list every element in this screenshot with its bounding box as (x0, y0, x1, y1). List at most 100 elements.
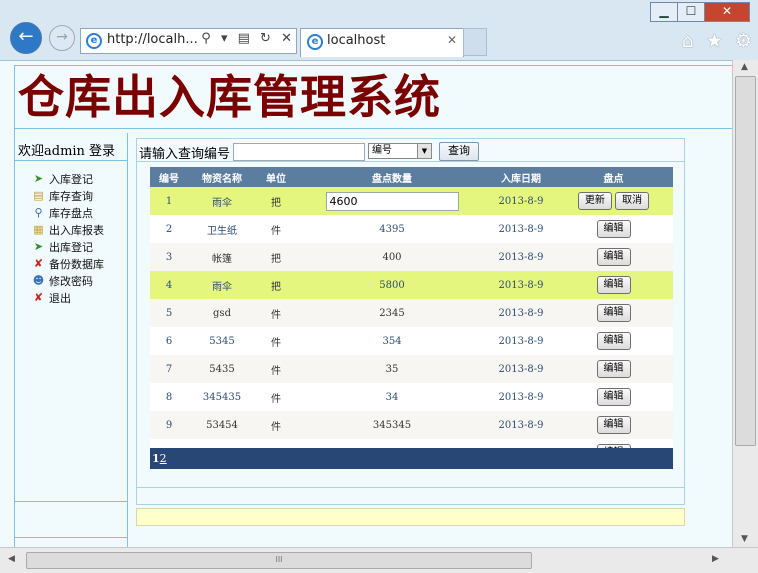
cell-date: 2013-8-9 (488, 355, 554, 383)
cell-actions: 编辑 (554, 355, 673, 383)
table-row[interactable]: 7 5435 件 35 2013-8-9 编辑 (150, 355, 673, 383)
sidebar-item-import[interactable]: ➤ 入库登记 (32, 170, 104, 187)
header-qty: 盘点数量 (296, 167, 488, 187)
export-icon: ➤ (33, 240, 44, 253)
edit-button[interactable]: 编辑 (596, 416, 631, 434)
sidebar-item-magnifier[interactable]: ⚲ 库存盘点 (32, 204, 104, 221)
scroll-right-icon[interactable]: ▶ (712, 554, 719, 564)
cell-unit: 件 (256, 299, 296, 327)
cell-date: 2013-8-9 (488, 187, 554, 215)
header-date: 入库日期 (488, 167, 554, 187)
favorites-star-icon[interactable]: ★ (706, 30, 723, 52)
cell-date: 2013-8-9 (488, 243, 554, 271)
search-field-select[interactable]: 编号 ▼ (368, 143, 432, 159)
edit-button[interactable]: 编辑 (596, 388, 631, 406)
sidebar-item-exit[interactable]: ✘ 退出 (32, 289, 104, 306)
table-row[interactable]: 6 5345 件 354 2013-8-9 编辑 (150, 327, 673, 355)
edit-button[interactable]: 编辑 (596, 276, 631, 294)
chevron-down-icon[interactable]: ▼ (417, 144, 431, 158)
table-row[interactable]: 4 雨伞把 5800 2013-8-9 编辑 (150, 271, 673, 299)
select-value: 编号 (372, 145, 392, 156)
compat-view-icon[interactable]: ▤ (238, 31, 250, 46)
search-label: 请输入查询编号 (139, 147, 231, 162)
cell-name: 雨伞 (188, 271, 256, 299)
cell-name: 5435 (188, 355, 256, 383)
horizontal-scrollbar[interactable]: ◀ III ▶ (0, 547, 758, 573)
header-unit: 单位 (256, 167, 296, 187)
vertical-scroll-thumb[interactable] (735, 76, 756, 446)
query-button[interactable]: 查询 (439, 142, 479, 161)
table-row[interactable]: 9 53454 件 345345 2013-8-9 编辑 (150, 411, 673, 439)
stop-icon[interactable]: ✕ (281, 31, 292, 46)
table-row[interactable]: 1 雨伞把 4600 2013-8-9 更新 取消 (150, 187, 673, 215)
scroll-left-icon[interactable]: ◀ (8, 554, 15, 564)
address-bar[interactable]: e http://localh... ⚲ ▾ ▤ ↻ ✕ (80, 28, 297, 54)
cell-date: 2013-8-9 (488, 215, 554, 243)
new-tab-button[interactable] (463, 28, 487, 56)
minimize-button[interactable]: ▁ (650, 2, 678, 22)
back-button[interactable]: ← (10, 22, 42, 54)
cell-actions: 编辑 (554, 383, 673, 411)
table-row[interactable]: 2 卫生纸件 4395 2013-8-9 编辑 (150, 215, 673, 243)
sidebar-item-label: 入库登记 (49, 172, 93, 186)
maximize-button[interactable]: ☐ (677, 2, 705, 22)
cell-id: 2 (150, 215, 188, 243)
window-controls: ▁ ☐ ✕ (650, 2, 750, 22)
cell-name: 卫生纸 (188, 215, 256, 243)
edit-button[interactable]: 编辑 (596, 332, 631, 350)
vertical-scrollbar[interactable]: ▲ ▼ (732, 60, 758, 547)
sidebar-item-label: 库存盘点 (49, 206, 93, 220)
dropdown-icon[interactable]: ▾ (221, 31, 228, 46)
cell-id: 3 (150, 243, 188, 271)
sidebar-item-export[interactable]: ➤ 出库登记 (32, 238, 104, 255)
sidebar-item-label: 库存查询 (49, 189, 93, 203)
horizontal-scroll-thumb[interactable]: III (26, 552, 532, 569)
cell-actions: 编辑 (554, 299, 673, 327)
qty-edit-input[interactable]: 4600 (325, 191, 459, 211)
tab-close-icon[interactable]: ✕ (447, 33, 457, 47)
scroll-down-icon[interactable]: ▼ (741, 534, 748, 544)
search-icon[interactable]: ⚲ (201, 31, 211, 46)
edit-button[interactable]: 编辑 (596, 220, 631, 238)
close-window-button[interactable]: ✕ (704, 2, 750, 22)
refresh-icon[interactable]: ↻ (260, 31, 271, 46)
user-key-icon: ☻ (32, 274, 45, 287)
main-content: 请输入查询编号 编号 ▼ 查询 编号 物资名称 单位 盘点数量 入库日期 盘点 … (136, 138, 685, 547)
cell-unit: 件 (256, 411, 296, 439)
sidebar-item-backup[interactable]: ✘ 备份数据库 (32, 255, 104, 272)
cell-id: 9 (150, 411, 188, 439)
cell-qty: 5800 (296, 271, 488, 299)
table-row[interactable]: 5 gsd 件 2345 2013-8-9 编辑 (150, 299, 673, 327)
settings-gear-icon[interactable]: ⚙ (735, 30, 752, 52)
forward-button[interactable]: → (49, 25, 75, 51)
cell-actions: 编辑 (554, 271, 673, 299)
edit-button[interactable]: 编辑 (596, 248, 631, 266)
cell-unit: 把 (256, 271, 296, 299)
cell-actions: 编辑 (554, 243, 673, 271)
cell-qty: 35 (296, 355, 488, 383)
table-row[interactable]: 3 帐篷把 400 2013-8-9 编辑 (150, 243, 673, 271)
sidebar-item-report[interactable]: ▦ 出入库报表 (32, 221, 104, 238)
welcome-text: 欢迎admin 登录 (18, 144, 116, 159)
cancel-button[interactable]: 取消 (615, 192, 650, 210)
cell-unit: 件 (256, 355, 296, 383)
footer-band (136, 488, 685, 505)
sidebar-item-folder[interactable]: ▤ 库存查询 (32, 187, 104, 204)
table-row[interactable]: 8 345435 件 34 2013-8-9 编辑 (150, 383, 673, 411)
cell-date: 2013-8-9 (488, 299, 554, 327)
forward-arrow-icon: → (56, 29, 68, 45)
update-button[interactable]: 更新 (577, 192, 612, 210)
search-input[interactable] (233, 143, 365, 161)
scroll-up-icon[interactable]: ▲ (741, 62, 748, 72)
browser-tools: ⌂ ★ ⚙ (676, 30, 752, 52)
home-icon[interactable]: ⌂ (682, 30, 694, 52)
page-link-2[interactable]: 2 (160, 452, 167, 465)
cell-actions: 编辑 (554, 411, 673, 439)
cell-id: 7 (150, 355, 188, 383)
sidebar-item-user-key[interactable]: ☻ 修改密码 (32, 272, 104, 289)
edit-button[interactable]: 编辑 (596, 360, 631, 378)
browser-tab[interactable]: e localhost ✕ (300, 28, 464, 57)
sidebar-item-label: 出入库报表 (49, 223, 104, 237)
edit-button[interactable]: 编辑 (596, 304, 631, 322)
folder-icon: ▤ (33, 189, 44, 202)
